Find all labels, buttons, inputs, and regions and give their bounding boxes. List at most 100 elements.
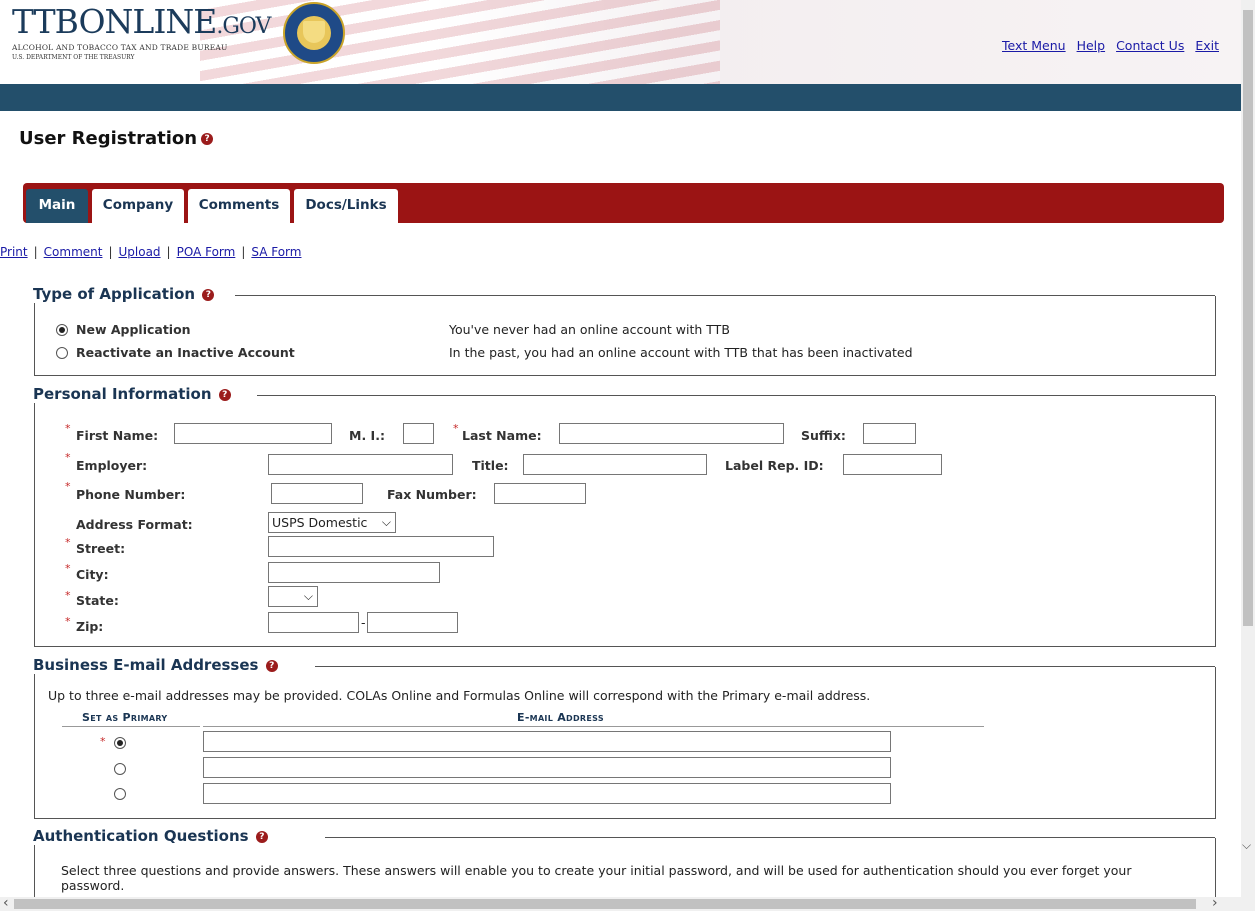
authentication-note: Select three questions and provide answe… [61, 863, 1132, 878]
primary-email-radio-3[interactable] [114, 788, 126, 800]
scrollbar-corner [1241, 897, 1255, 911]
tab-bar: Main Company Comments Docs/Links [23, 183, 1224, 223]
new-application-radio[interactable] [56, 324, 68, 336]
zip-extension-input[interactable] [367, 612, 458, 633]
scroll-left-icon[interactable]: ‹ [3, 895, 9, 911]
zip-input[interactable] [268, 612, 359, 633]
employer-label: Employer: [76, 458, 148, 473]
section-legend: Authentication Questions ? [33, 827, 272, 845]
new-application-label: New Application [76, 322, 191, 337]
help-link[interactable]: Help [1077, 38, 1106, 53]
state-label: State: [76, 593, 119, 608]
treasury-seal-icon [283, 2, 345, 64]
tab-main[interactable]: Main [26, 189, 88, 223]
tab-comments[interactable]: Comments [188, 189, 290, 223]
label-rep-id-input[interactable] [843, 454, 942, 475]
city-label: City: [76, 567, 109, 582]
fax-number-label: Fax Number: [387, 487, 477, 502]
required-marker: * [65, 536, 71, 549]
scroll-right-icon[interactable]: › [1212, 895, 1218, 911]
fax-number-input[interactable] [494, 483, 586, 504]
exit-link[interactable]: Exit [1195, 38, 1219, 53]
comment-link[interactable]: Comment [44, 245, 103, 259]
reactivate-account-label: Reactivate an Inactive Account [76, 345, 295, 360]
suffix-label: Suffix: [801, 428, 846, 443]
primary-email-radio-1[interactable] [114, 737, 126, 749]
section-legend: Type of Application ? [33, 285, 219, 303]
address-format-value: USPS Domestic [272, 515, 368, 530]
title-label: Title: [472, 458, 509, 473]
tab-company[interactable]: Company [92, 189, 184, 223]
logo-title: TTBONLINE [12, 2, 217, 41]
logo-department: U.S. DEPARTMENT OF THE TREASURY [12, 54, 135, 61]
new-application-description: You've never had an online account with … [449, 322, 730, 337]
street-label: Street: [76, 541, 126, 556]
first-name-label: First Name: [76, 428, 159, 443]
required-marker: * [453, 422, 459, 435]
chevron-down-icon: ⌵ [303, 589, 313, 603]
first-name-input[interactable] [174, 423, 332, 444]
help-icon[interactable]: ? [218, 388, 231, 401]
scroll-down-icon[interactable]: ⌵ [1242, 838, 1251, 853]
reactivate-account-description: In the past, you had an online account w… [449, 345, 913, 360]
page-title-text: User Registration [19, 128, 198, 149]
authentication-questions-section: Authentication Questions ? Select three … [33, 827, 1216, 897]
nav-bar [0, 84, 1241, 111]
last-name-input[interactable] [559, 423, 784, 444]
vertical-scroll-thumb[interactable] [1243, 10, 1253, 626]
required-marker: * [65, 422, 71, 435]
section-legend: Business E-mail Addresses ? [33, 656, 282, 674]
text-menu-link[interactable]: Text Menu [1002, 38, 1066, 53]
phone-number-input[interactable] [271, 483, 363, 504]
required-marker: * [65, 451, 71, 464]
logo-gov: .GOV [216, 14, 271, 39]
primary-email-radio-2[interactable] [114, 763, 126, 775]
address-format-label: Address Format: [76, 517, 193, 532]
help-icon[interactable]: ? [201, 133, 214, 145]
address-format-select[interactable]: USPS Domestic ⌵ [268, 512, 396, 533]
email-input-2[interactable] [203, 757, 891, 778]
chevron-down-icon: ⌵ [381, 515, 391, 529]
tab-docs-links[interactable]: Docs/Links [294, 189, 398, 223]
horizontal-scroll-thumb[interactable] [14, 899, 1196, 909]
employer-input[interactable] [268, 454, 453, 475]
upload-link[interactable]: Upload [119, 245, 161, 259]
state-select[interactable]: ⌵ [268, 586, 318, 607]
contact-us-link[interactable]: Contact Us [1116, 38, 1184, 53]
set-as-primary-header: Set as Primary [82, 711, 168, 724]
horizontal-scrollbar[interactable]: ‹ › [0, 895, 1241, 911]
last-name-label: Last Name: [462, 428, 542, 443]
email-input-3[interactable] [203, 783, 891, 804]
help-icon[interactable]: ? [265, 659, 278, 672]
zip-separator: - [361, 615, 366, 630]
title-input[interactable] [523, 454, 707, 475]
flag-background [200, 0, 720, 84]
street-input[interactable] [268, 536, 494, 557]
top-links: Text Menu Help Contact Us Exit [995, 38, 1219, 53]
email-address-header: E-mail Address [517, 711, 604, 724]
site-header: TTBONLINE.GOV ALCOHOL AND TOBACCO TAX AN… [0, 0, 1241, 84]
reactivate-account-radio[interactable] [56, 347, 68, 359]
business-email-section: Business E-mail Addresses ? Up to three … [33, 656, 1216, 819]
required-marker: * [65, 615, 71, 628]
sa-form-link[interactable]: SA Form [251, 245, 301, 259]
email-note: Up to three e-mail addresses may be prov… [48, 688, 871, 703]
print-link[interactable]: Print [0, 245, 28, 259]
required-marker: * [65, 589, 71, 602]
poa-form-link[interactable]: POA Form [177, 245, 236, 259]
ttb-logo[interactable]: TTBONLINE.GOV ALCOHOL AND TOBACCO TAX AN… [12, 2, 271, 62]
page-title: User Registration? [19, 128, 214, 149]
help-icon[interactable]: ? [255, 830, 268, 843]
required-marker: * [65, 562, 71, 575]
browser-content: TTBONLINE.GOV ALCOHOL AND TOBACCO TAX AN… [0, 0, 1241, 897]
help-icon[interactable]: ? [202, 288, 215, 301]
email-input-1[interactable] [203, 731, 891, 752]
mi-input[interactable] [403, 423, 434, 444]
vertical-scrollbar[interactable]: ⌃ ⌵ [1241, 0, 1255, 897]
suffix-input[interactable] [863, 423, 916, 444]
label-rep-id-label: Label Rep. ID: [725, 458, 824, 473]
personal-information-section: Personal Information ? * First Name: M. … [33, 385, 1216, 647]
mi-label: M. I.: [349, 428, 385, 443]
city-input[interactable] [268, 562, 440, 583]
section-legend: Personal Information ? [33, 385, 235, 403]
